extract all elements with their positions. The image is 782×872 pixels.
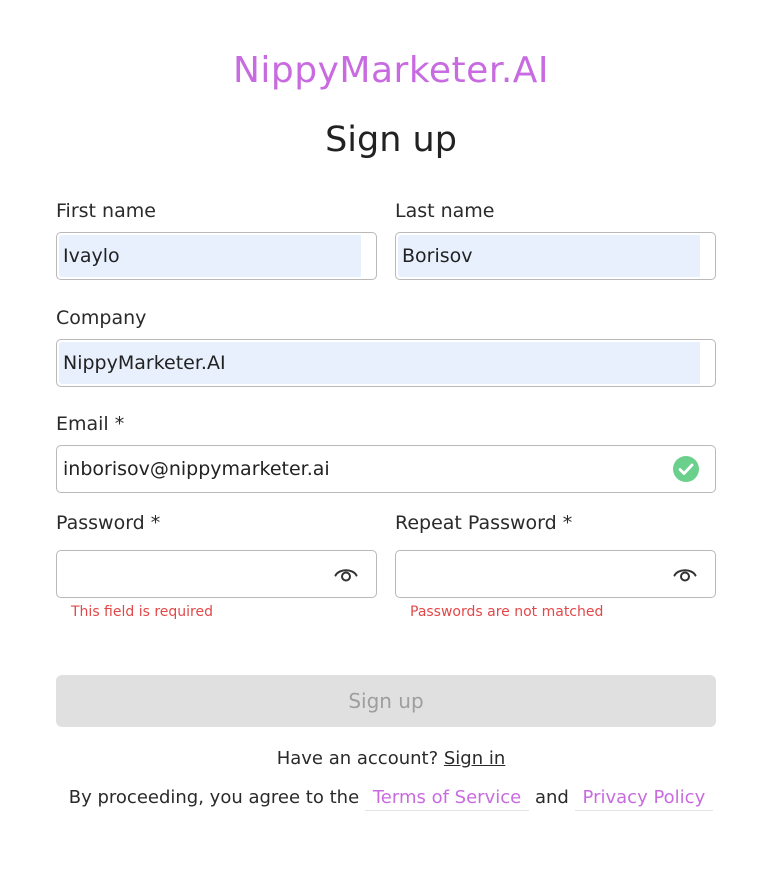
repeat-password-input[interactable] (396, 551, 715, 597)
privacy-policy-link[interactable]: Privacy Policy (574, 787, 714, 811)
sign-in-link[interactable]: Sign in (444, 748, 505, 769)
eye-icon[interactable] (673, 565, 697, 583)
sign-up-button[interactable]: Sign up (56, 675, 716, 727)
password-error: This field is required (71, 604, 214, 620)
brand-logo: NippyMarketer.AI (232, 50, 550, 91)
and-text: and (534, 787, 569, 808)
first-name-field (56, 232, 377, 280)
last-name-input[interactable] (396, 233, 715, 279)
eye-icon[interactable] (334, 565, 358, 583)
terms-of-service-link[interactable]: Terms of Service (364, 787, 530, 811)
last-name-label: Last name (395, 200, 495, 222)
check-circle-icon (673, 456, 699, 482)
last-name-field (395, 232, 716, 280)
first-name-label: First name (56, 200, 156, 222)
have-account-row: Have an account? Sign in (0, 748, 782, 769)
terms-agreement: By proceeding, you agree to the Terms of… (0, 787, 782, 811)
agree-text: By proceeding, you agree to the (68, 787, 360, 808)
repeat-password-error: Passwords are not matched (410, 604, 604, 620)
company-input[interactable] (57, 340, 715, 386)
first-name-input[interactable] (57, 233, 376, 279)
email-input[interactable] (57, 446, 715, 492)
page-title: Sign up (325, 120, 457, 160)
password-label: Password * (56, 512, 161, 534)
password-field (56, 550, 377, 598)
repeat-password-label: Repeat Password * (395, 512, 573, 534)
repeat-password-field (395, 550, 716, 598)
email-field (56, 445, 716, 493)
have-account-text: Have an account? (276, 748, 439, 769)
password-input[interactable] (57, 551, 376, 597)
company-label: Company (56, 307, 147, 329)
company-field (56, 339, 716, 387)
email-label: Email * (56, 413, 125, 435)
